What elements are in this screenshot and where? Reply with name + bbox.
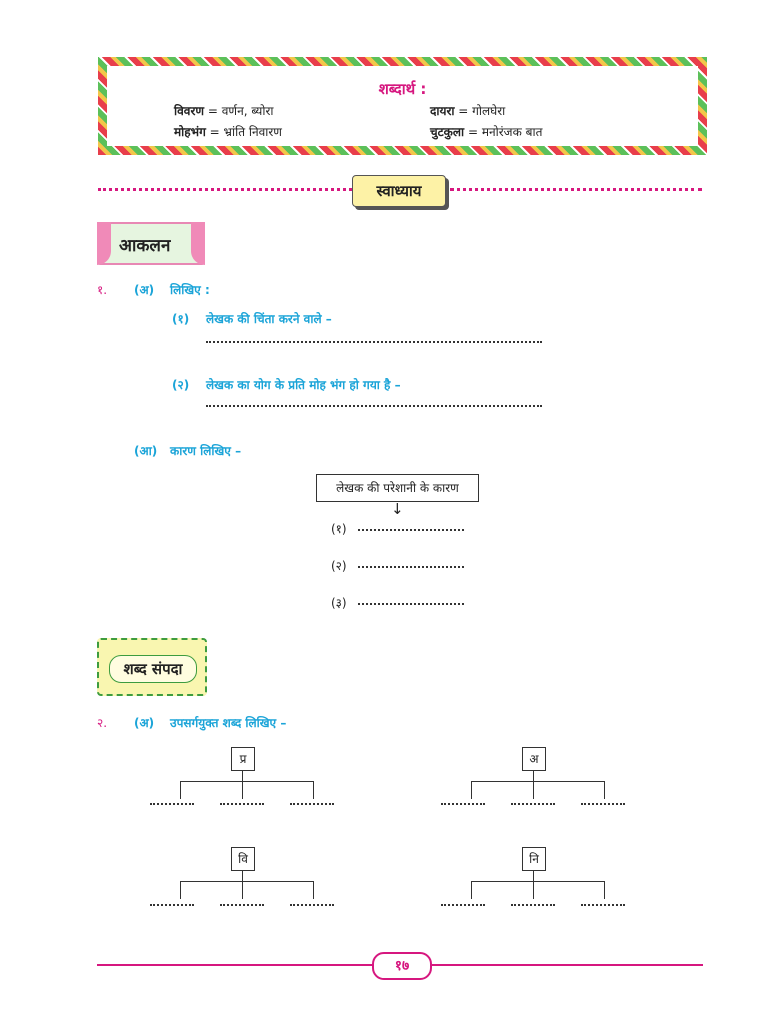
page-number: १७ <box>372 952 432 980</box>
answer-line[interactable] <box>581 904 625 906</box>
prefix-box: नि <box>522 847 546 871</box>
answer-line[interactable] <box>290 803 334 805</box>
q1b-text: कारण लिखिए – <box>170 444 242 458</box>
q1a2-num: (२) <box>172 378 190 392</box>
glossary-title: शब्दार्थ : <box>378 80 427 98</box>
swadhyay-label: स्वाध्याय <box>352 175 446 207</box>
tree-connector <box>533 770 534 781</box>
answer-line[interactable] <box>441 904 485 906</box>
tree-connector <box>533 781 534 799</box>
tree-connector <box>180 781 181 799</box>
tree-connector <box>180 781 314 782</box>
tree-connector <box>471 781 472 799</box>
prefix-box: प्र <box>231 747 255 771</box>
tree-connector <box>242 881 243 899</box>
prefix-box: अ <box>522 747 546 771</box>
answer-line[interactable] <box>581 803 625 805</box>
tree-connector <box>471 781 605 782</box>
tree-connector <box>242 770 243 781</box>
tree-connector <box>471 881 472 899</box>
down-arrow-icon: ↓ <box>391 500 404 518</box>
answer-line[interactable] <box>511 904 555 906</box>
answer-line[interactable] <box>358 603 464 605</box>
tree-connector <box>533 881 534 899</box>
q1a1-text: लेखक की चिंता करने वाले – <box>206 312 332 326</box>
answer-line[interactable] <box>441 803 485 805</box>
answer-line[interactable] <box>150 904 194 906</box>
answer-line[interactable] <box>150 803 194 805</box>
glossary-item: विवरण = वर्णन, ब्योरा <box>174 104 274 118</box>
q1a2-text: लेखक का योग के प्रति मोह भंग हो गया है – <box>206 378 401 392</box>
q2-number: २. <box>97 716 108 730</box>
q1b-label: (आ) <box>134 444 158 458</box>
tree-connector <box>533 870 534 881</box>
shabd-sampada-badge: शब्द संपदा <box>97 638 207 696</box>
answer-line[interactable] <box>206 405 542 407</box>
answer-line[interactable] <box>290 904 334 906</box>
aakalan-label: आकलन <box>119 236 171 256</box>
reason-box: लेखक की परेशानी के कारण <box>316 474 479 502</box>
tree-connector <box>471 881 605 882</box>
q2a-text: उपसर्गयुक्त शब्द लिखिए – <box>170 716 287 730</box>
answer-line[interactable] <box>358 566 464 568</box>
reason-item-num: (१) <box>331 522 347 536</box>
answer-line[interactable] <box>206 341 542 343</box>
q1a1-num: (१) <box>172 312 190 326</box>
glossary-item: दायरा = गोलघेरा <box>430 104 506 118</box>
shabd-sampada-label: शब्द संपदा <box>109 655 197 683</box>
answer-line[interactable] <box>358 529 464 531</box>
tree-connector <box>242 781 243 799</box>
tree-connector <box>604 881 605 899</box>
answer-line[interactable] <box>511 803 555 805</box>
glossary-item: मोहभंग = भ्रांति निवारण <box>174 125 282 139</box>
answer-line[interactable] <box>220 904 264 906</box>
aakalan-badge: आकलन <box>97 222 205 265</box>
tree-connector <box>180 881 181 899</box>
divider-left <box>98 188 352 191</box>
divider-right <box>450 188 702 191</box>
prefix-box: वि <box>231 847 255 871</box>
tree-connector <box>313 781 314 799</box>
q1-number: १. <box>97 283 108 297</box>
glossary-item: चुटकुला = मनोरंजक बात <box>430 125 543 139</box>
tree-connector <box>604 781 605 799</box>
glossary-frame: शब्दार्थ : विवरण = वर्णन, ब्योरा मोहभंग … <box>98 57 707 155</box>
q2a-label: (अ) <box>134 716 155 730</box>
reason-item-num: (२) <box>331 559 347 573</box>
reason-item-num: (३) <box>331 596 347 610</box>
q1a-label: (अ) <box>134 283 155 297</box>
answer-line[interactable] <box>220 803 264 805</box>
tree-connector <box>313 881 314 899</box>
q1a-text: लिखिए : <box>170 283 210 297</box>
tree-connector <box>180 881 314 882</box>
tree-connector <box>242 870 243 881</box>
